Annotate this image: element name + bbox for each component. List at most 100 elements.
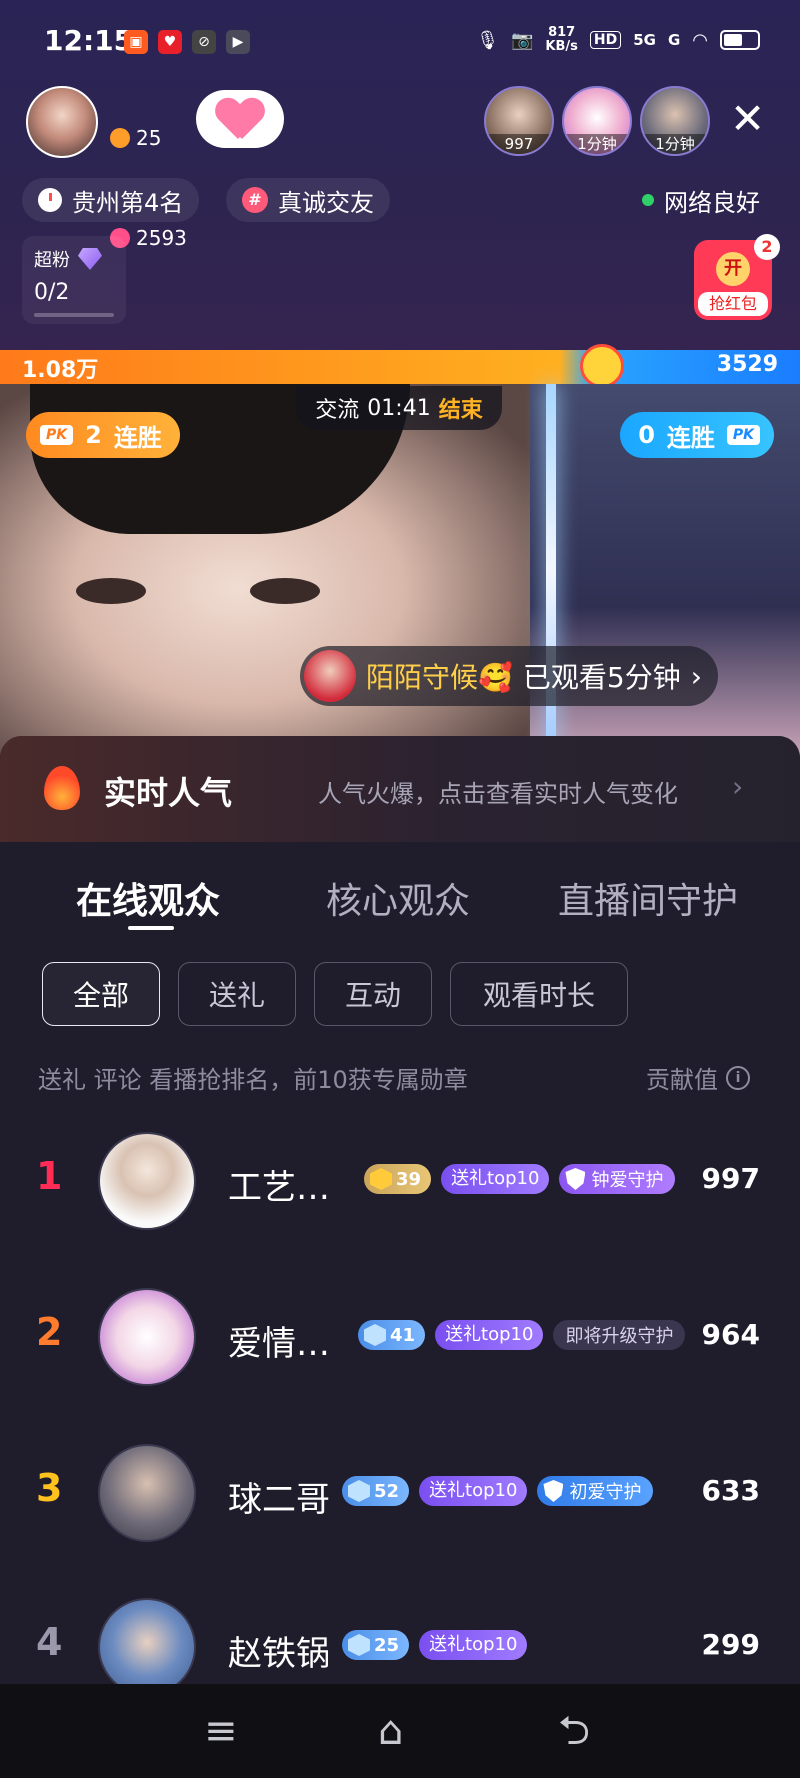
left-streak-count: 2 [85,421,102,449]
status-indicators: 🎙 📷 817 KB/s HD 5G G ◠ [476,26,760,54]
topic-chip[interactable]: # 真诚交友 [226,178,390,222]
contribution-score: 633 [701,1474,760,1507]
tab-room-guardians[interactable]: 直播间守护 [558,872,738,924]
contribution-score: 299 [701,1628,760,1661]
network-dot-icon [642,194,654,206]
top-viewer-label: 1分钟 [564,134,630,154]
gift-top10-badge: 送礼top10 [435,1320,544,1350]
top-viewer-avatar[interactable]: 997 [484,86,554,156]
popularity-subtitle: 人气火爆，点击查看实时人气变化 [318,780,678,808]
level-badge: 25 [342,1630,410,1660]
superfan-value: 0/2 [34,280,70,305]
avatar [98,1132,196,1230]
pk-emoji-icon [580,344,624,388]
pk-right-score: 3529 [716,352,778,377]
menu-icon[interactable]: ≡ [204,1708,238,1754]
top-viewer-label: 1分钟 [642,134,708,154]
top-viewer-label: 997 [486,134,552,154]
avatar [98,1598,196,1684]
superfan-title: 超粉 [34,250,70,271]
avatar [98,1288,196,1386]
filter-interaction[interactable]: 互动 [314,962,432,1026]
hashtag-icon: # [242,187,268,213]
pk-mode: 交流 [315,398,360,423]
top-viewer-avatar[interactable]: 1分钟 [640,86,710,156]
watch-duration-text: 已观看5分钟 [522,661,681,694]
contribution-score: 964 [701,1318,760,1351]
follow-heart-button[interactable] [196,90,284,148]
network-label: 网络良好 [664,188,760,217]
status-time: 12:15 [44,24,134,57]
contribution-label[interactable]: 贡献值 i [646,1060,750,1095]
filter-gifts[interactable]: 送礼 [178,962,296,1026]
app-notification-icon: ▣ [124,30,148,54]
rank-number: 4 [36,1620,63,1664]
contribution-text: 贡献值 [646,1066,718,1094]
superfan-progress [34,313,114,317]
viewer-badges: 52 送礼top10 初爱守护 [342,1476,654,1506]
guard-badge: 钟爱守护 [559,1164,676,1194]
guard-badge: 即将升级守护 [553,1320,686,1350]
app-notification-icon: ⊘ [192,30,216,54]
level-badge: 41 [358,1320,426,1350]
network-status: 网络良好 [628,178,760,222]
host-avatar[interactable] [26,86,98,158]
rank-number: 3 [36,1466,63,1510]
avatar [98,1444,196,1542]
likes-count: 2593 [136,226,187,250]
watcher-avatar [304,650,356,702]
viewer-badges: 39 送礼top10 钟爱守护 [364,1164,676,1194]
right-streak-count: 0 [638,421,655,449]
info-icon: i [726,1065,750,1090]
watch-banner[interactable]: 陌陌守候🥰 已观看5分钟 › [300,646,718,706]
left-win-streak: PK 2 连胜 [26,412,180,458]
close-icon[interactable]: ✕ [730,94,765,144]
top-viewer-avatar[interactable]: 1分钟 [562,86,632,156]
filter-all[interactable]: 全部 [42,962,160,1026]
chevron-right-icon: › [732,770,744,803]
tab-core-audience[interactable]: 核心观众 [326,872,470,924]
fans-icon [110,128,130,148]
clock-icon [38,188,62,212]
pk-icon: PK [726,425,760,445]
host-video-eye [76,578,146,604]
shield-icon [565,1168,586,1190]
gift-top10-badge: 送礼top10 [419,1630,528,1660]
app-notification-icon: ▶ [226,30,250,54]
battery-icon [720,30,760,50]
superfan-card[interactable]: 超粉 0/2 [22,236,126,324]
red-packet-button[interactable]: 开 抢红包 2 [694,234,780,320]
left-streak-label: 连胜 [113,423,162,452]
region-rank-chip[interactable]: 贵州第4名 [22,178,200,222]
viewer-row[interactable]: 2 爱情… 41 送礼top10 即将升级守护 964 [0,1288,800,1388]
ranking-hint: 送礼 评论 看播抢排名，前10获专属勋章 [38,1066,468,1094]
home-icon[interactable]: ⌂ [378,1708,403,1754]
viewer-row[interactable]: 4 赵铁锅 25 送礼top10 299 [0,1598,800,1684]
topic-label: 真诚交友 [278,188,374,217]
rank-number: 1 [36,1154,63,1198]
wifi-icon: ◠ [692,29,708,51]
filter-watch-time[interactable]: 观看时长 [450,962,628,1026]
shield-icon [543,1480,564,1502]
cube-icon [364,1324,386,1346]
pk-left-score: 1.08万 [22,358,99,383]
tab-online-audience[interactable]: 在线观众 [76,872,220,924]
rank-number: 2 [36,1310,63,1354]
viewer-name: 球二哥 [228,1480,330,1520]
signal-g-icon: G [667,31,681,49]
pk-end-button[interactable]: 结束 [439,392,483,424]
host-video-eye [250,578,320,604]
right-streak-label: 连胜 [666,423,715,452]
camera-icon: 📷 [510,29,534,51]
viewer-row[interactable]: 3 球二哥 52 送礼top10 初爱守护 633 [0,1444,800,1544]
right-win-streak: 0 连胜 PK [620,412,774,458]
viewer-row[interactable]: 1 工艺… 39 送礼top10 钟爱守护 997 [0,1132,800,1232]
mic-icon: 🎙 [476,29,499,51]
gem-icon [78,248,102,270]
back-icon[interactable]: ⮌ [558,1708,590,1754]
contribution-score: 997 [701,1162,760,1195]
red-packet-count-badge: 2 [754,234,780,260]
active-tab-indicator [128,926,174,930]
viewer-name: 爱情… [228,1324,330,1364]
region-rank-label: 贵州第4名 [72,188,184,217]
